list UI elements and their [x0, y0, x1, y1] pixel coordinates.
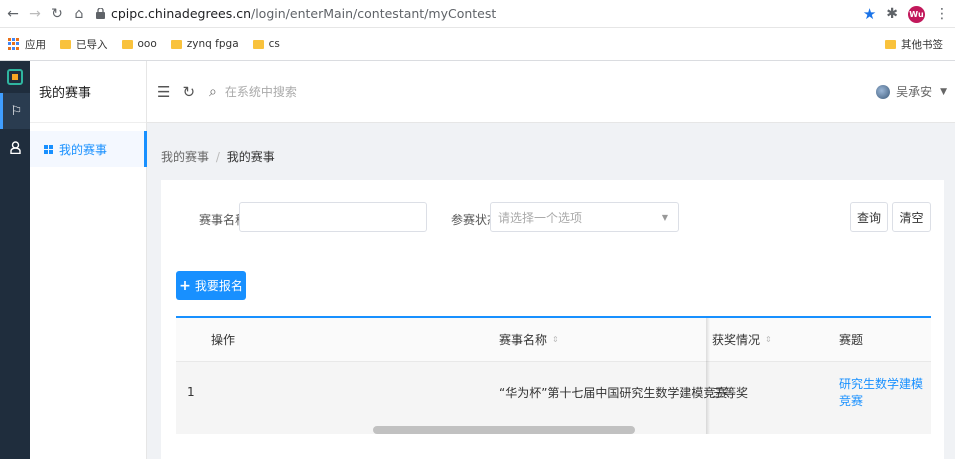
app-logo: [0, 61, 30, 93]
bookmark-star-icon[interactable]: ★: [863, 5, 876, 23]
register-button[interactable]: + 我要报名: [176, 271, 246, 300]
plus-icon: +: [179, 277, 191, 294]
table-header: 操作 赛事名称 ⇕ 获奖情况 ⇕ 赛题: [176, 318, 931, 362]
contest-table: 操作 赛事名称 ⇕ 获奖情况 ⇕ 赛题 1 “华为杯”第十七届中国研究生数学建模竞赛…: [176, 316, 931, 434]
profile-avatar[interactable]: Wu: [908, 5, 925, 23]
bookmarks-bar: 应用 已导入 ooo zynq fpga cs 其他书签: [0, 28, 955, 61]
sidebar-title: 我的赛事: [30, 61, 146, 123]
row-topic-link[interactable]: 研究生数学建模竞赛: [839, 362, 931, 422]
sidebar-item-label: 我的赛事: [59, 142, 108, 157]
bookmark-imported[interactable]: 已导入: [60, 37, 108, 52]
bookmark-label: 应用: [25, 38, 46, 51]
folder-icon: [60, 39, 71, 49]
breadcrumb: 我的赛事 / 我的赛事: [161, 148, 275, 165]
bookmark-label: cs: [268, 38, 280, 50]
row-award: 三等奖: [712, 385, 749, 400]
bookmark-label: ooo: [137, 38, 157, 50]
column-header-action: 操作: [211, 333, 236, 347]
contest-name-input[interactable]: [239, 202, 427, 232]
grid-icon: [44, 144, 53, 154]
collapse-menu-icon[interactable]: ☰: [157, 83, 170, 101]
row-contest-name: “华为杯”第十七届中国研究生数学建模竞赛: [499, 385, 728, 400]
avatar: [876, 84, 891, 99]
bookmark-apps[interactable]: 应用: [8, 37, 46, 52]
folder-icon: [121, 39, 133, 49]
bookmark-ooo[interactable]: ooo: [121, 38, 157, 50]
query-button[interactable]: 查询: [850, 202, 888, 232]
search-input[interactable]: ⌕ 在系统中搜索: [209, 83, 297, 100]
bookmark-zynq[interactable]: zynq fpga: [170, 38, 239, 50]
sidebar: 我的赛事 我的赛事: [30, 61, 147, 459]
register-button-label: 我要报名: [194, 279, 243, 293]
fixed-column-shadow: [706, 318, 710, 434]
row-index: 1: [187, 385, 195, 399]
lock-icon: [96, 8, 105, 19]
app-header: ☰ ↻ ⌕ 在系统中搜索 吴承安 ▼: [147, 61, 955, 123]
status-placeholder: 请选择一个选项: [498, 210, 583, 225]
folder-icon: [170, 39, 182, 49]
home-icon[interactable]: ⌂: [70, 5, 88, 23]
breadcrumb-current: 我的赛事: [226, 150, 275, 164]
user-icon[interactable]: [0, 129, 30, 165]
flag-icon[interactable]: ⚐: [0, 93, 30, 129]
bookmark-label: zynq fpga: [186, 38, 239, 50]
bookmark-label: 其他书签: [901, 38, 943, 51]
apps-grid-icon: [8, 38, 20, 50]
more-menu-icon[interactable]: ⋮: [935, 6, 949, 22]
forward-arrow-icon[interactable]: →: [26, 5, 44, 23]
browser-toolbar: ← → ↻ ⌂ cpipc.chinadegrees.cn/login/ente…: [0, 0, 955, 28]
breadcrumb-parent[interactable]: 我的赛事: [161, 150, 209, 164]
main-panel: 赛事名称 参赛状态 请选择一个选项 ▼ 查询 清空 + 我要报名 操作 赛事名称…: [161, 180, 944, 459]
column-header-award[interactable]: 获奖情况 ⇕: [712, 318, 772, 361]
column-header-contest[interactable]: 赛事名称 ⇕: [499, 318, 559, 361]
refresh-icon[interactable]: ↻: [182, 83, 195, 101]
address-bar[interactable]: cpipc.chinadegrees.cn/login/enterMain/co…: [96, 6, 496, 21]
clear-button[interactable]: 清空: [892, 202, 931, 232]
chevron-down-icon: ▼: [940, 86, 947, 97]
sidebar-item-my-contests[interactable]: 我的赛事: [30, 131, 147, 167]
bookmark-cs[interactable]: cs: [252, 38, 280, 50]
sort-icon[interactable]: ⇕: [765, 335, 772, 344]
user-menu[interactable]: 吴承安 ▼: [876, 83, 947, 100]
username: 吴承安: [896, 85, 933, 99]
extensions-icon[interactable]: ✱: [886, 6, 898, 22]
status-select[interactable]: 请选择一个选项 ▼: [490, 202, 679, 232]
folder-icon: [885, 39, 896, 49]
bookmark-other[interactable]: 其他书签: [885, 37, 943, 52]
table-row: 1 “华为杯”第十七届中国研究生数学建模竞赛 三等奖 研究生数学建模竞赛: [176, 362, 931, 434]
bookmark-label: 已导入: [76, 38, 108, 51]
url-path: /login/enterMain/contestant/myContest: [251, 6, 497, 21]
reload-icon[interactable]: ↻: [48, 5, 66, 23]
url-host: cpipc.chinadegrees.cn: [111, 6, 251, 21]
icon-nav-bar: ⚐: [0, 61, 30, 459]
column-header-topic: 赛题: [839, 333, 864, 347]
chevron-down-icon: ▼: [661, 212, 668, 222]
horizontal-scrollbar[interactable]: [373, 426, 635, 434]
search-icon: ⌕: [209, 83, 217, 100]
back-arrow-icon[interactable]: ←: [4, 5, 22, 23]
folder-icon: [252, 39, 264, 49]
search-placeholder: 在系统中搜索: [224, 85, 297, 99]
sort-icon[interactable]: ⇕: [552, 335, 559, 344]
filter-form: 赛事名称 参赛状态 请选择一个选项 ▼ 查询 清空: [161, 202, 944, 234]
breadcrumb-separator: /: [215, 150, 220, 164]
